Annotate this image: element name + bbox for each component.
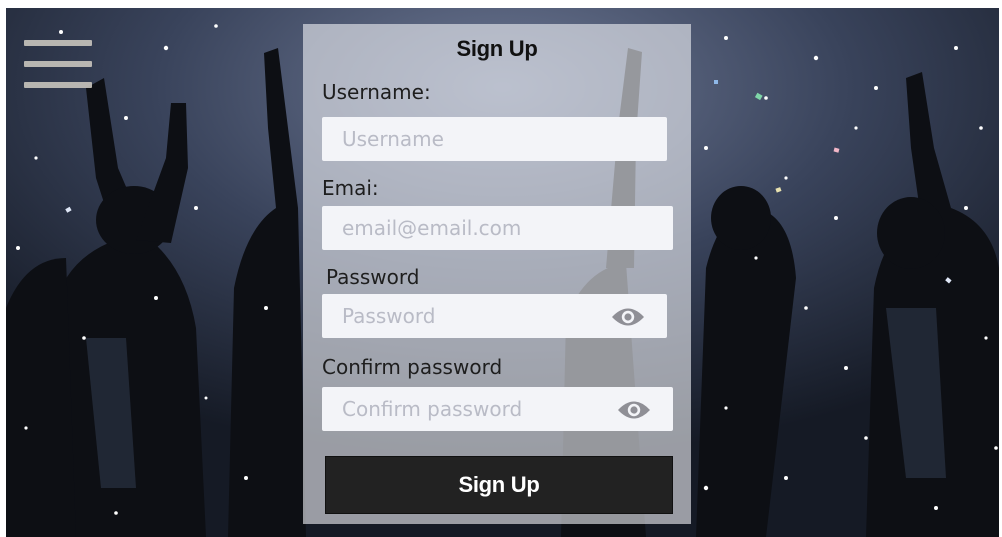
email-field-container <box>322 206 673 250</box>
password-field-container <box>322 294 667 338</box>
signup-panel: Sign Up Username: Emai: Password Confirm… <box>303 24 691 524</box>
form-title: Sign Up <box>456 36 538 61</box>
confirm-password-label: Confirm password <box>322 355 503 379</box>
username-input[interactable] <box>322 117 667 161</box>
eye-icon[interactable] <box>611 306 645 328</box>
menu-bar-bottom <box>24 82 92 88</box>
email-label: Emai: <box>322 176 379 200</box>
password-label: Password <box>326 265 420 289</box>
menu-bar-top <box>24 40 92 46</box>
menu-bar-middle <box>24 61 92 67</box>
confirm-password-field-container <box>322 387 673 431</box>
eye-icon[interactable] <box>617 399 651 421</box>
username-field-container <box>322 117 667 161</box>
app-frame: Sign Up Username: Emai: Password Confirm… <box>6 8 999 537</box>
email-input[interactable] <box>322 206 673 250</box>
hamburger-menu-icon[interactable] <box>24 34 96 92</box>
sign-up-button[interactable]: Sign Up <box>325 456 673 514</box>
username-label: Username: <box>322 80 431 104</box>
